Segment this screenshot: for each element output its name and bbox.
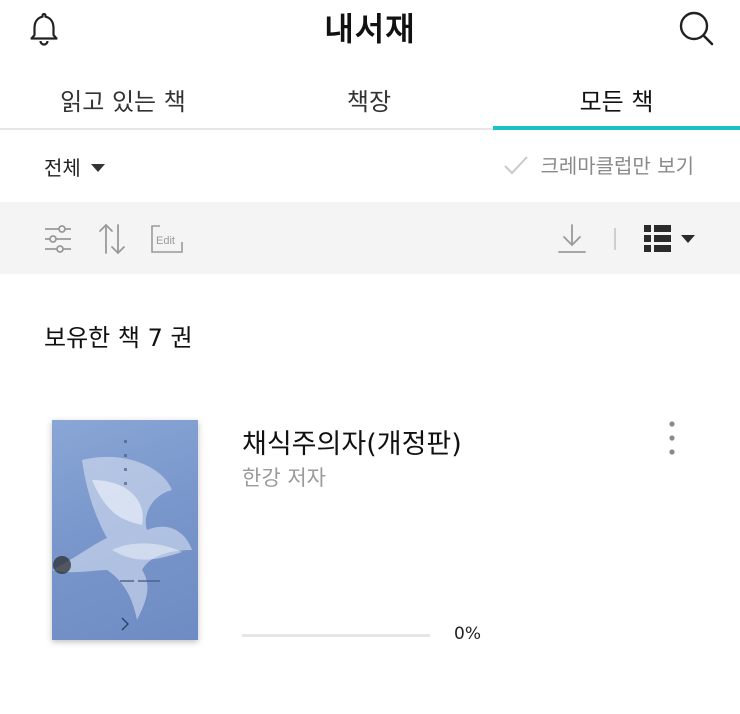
reading-progress-label: 0%: [454, 624, 481, 644]
sort-icon[interactable]: [98, 222, 126, 256]
tab-bar: 읽고 있는 책 책장 모든 책: [0, 70, 740, 130]
book-author: 한강 저자: [242, 466, 326, 490]
page-title: 내서재: [324, 10, 416, 48]
category-dropdown-label: 전체: [44, 156, 81, 180]
book-title[interactable]: 채식주의자(개정판): [242, 422, 462, 461]
sliders-icon[interactable]: [44, 224, 72, 254]
list-view-icon[interactable]: [644, 224, 700, 254]
book-cover[interactable]: [52, 420, 198, 640]
filter-row: 전체 크레마클럽만 보기: [0, 130, 740, 202]
more-options-icon[interactable]: [664, 418, 680, 458]
category-dropdown[interactable]: 전체: [44, 152, 105, 181]
crema-club-toggle[interactable]: 크레마클럽만 보기: [502, 150, 694, 179]
edit-icon-label: Edit: [156, 235, 175, 247]
cover-artwork: [52, 440, 192, 631]
list-item[interactable]: 채식주의자(개정판) 한강 저자 0%: [0, 400, 740, 660]
check-icon: [504, 155, 529, 174]
edit-icon[interactable]: Edit: [150, 224, 184, 254]
app-header: 내서재: [0, 0, 740, 60]
library-toolbar: Edit: [0, 202, 740, 274]
tab-reading[interactable]: 읽고 있는 책: [0, 82, 246, 117]
tab-all-books[interactable]: 모든 책: [493, 82, 740, 117]
caret-down-icon: [90, 163, 105, 172]
reading-progress-bar: [242, 634, 430, 637]
search-icon[interactable]: [676, 8, 716, 48]
crema-club-label: 크레마클럽만 보기: [540, 154, 694, 178]
tab-bookshelf[interactable]: 책장: [246, 82, 492, 117]
download-icon[interactable]: [556, 222, 588, 256]
toolbar-divider: [614, 228, 616, 250]
library-count: 보유한 책 7 권: [44, 324, 193, 352]
